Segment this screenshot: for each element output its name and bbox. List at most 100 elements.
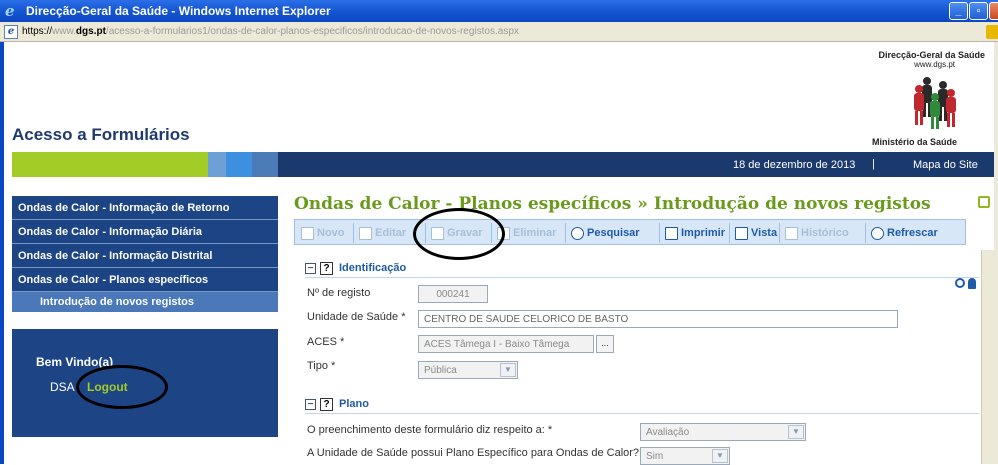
toolbar-separator — [659, 223, 660, 243]
print-button[interactable]: Imprimir — [665, 224, 725, 242]
toolbar-separator — [565, 223, 566, 243]
side-menu: Ondas de Calor - Informação de Retorno O… — [12, 196, 278, 312]
collapse-icon[interactable]: − — [305, 398, 316, 410]
annotation-circle — [413, 208, 505, 260]
aces-label: ACES * — [307, 336, 345, 348]
menu-subitem-novos-registos[interactable]: Introdução de novos registos — [12, 292, 278, 312]
url-path: /acesso-a-formularios1/ondas-de-calor-pl… — [105, 26, 519, 37]
vertical-scrollbar[interactable] — [981, 250, 994, 464]
toolbar-separator — [729, 223, 730, 243]
topbar-separator: | — [872, 158, 875, 170]
address-bar[interactable]: e https://www.dgs.pt/acesso-a-formulario… — [0, 22, 998, 42]
menu-item-planos-especificos[interactable]: Ondas de Calor - Planos específicos — [12, 268, 278, 292]
collapse-icon[interactable]: − — [305, 262, 316, 274]
section-divider — [305, 277, 979, 278]
top-info-bar: 18 de dezembro de 2013 | Mapa do Site — [278, 152, 994, 177]
refresh-button[interactable]: Refrescar — [871, 224, 938, 242]
q1-select[interactable]: Avaliação ▼ — [640, 423, 806, 441]
edit-button[interactable]: Editar — [359, 224, 406, 242]
toolbar-separator — [779, 223, 780, 243]
clock-icon[interactable] — [955, 278, 965, 288]
history-button[interactable]: Histórico — [785, 224, 849, 242]
window-title-bar: e Direcção-Geral da Saúde - Windows Inte… — [0, 0, 998, 22]
current-date: 18 de dezembro de 2013 — [733, 159, 856, 171]
window-title: Direcção-Geral da Saúde - Windows Intern… — [26, 4, 331, 18]
menu-item-informacao-distrital[interactable]: Ondas de Calor - Informação Distrital — [12, 244, 278, 268]
chevron-down-icon[interactable]: ▼ — [500, 363, 516, 377]
q2-label: A Unidade de Saúde possui Plano Específi… — [307, 447, 647, 459]
q2-value: Sim — [646, 451, 664, 462]
maximize-button[interactable]: ▫ — [969, 2, 988, 20]
refresh-label: Refrescar — [887, 227, 938, 239]
q2-select[interactable]: Sim ▼ — [640, 447, 730, 465]
dgs-logo[interactable]: Direcção-Geral da Saúde www.dgs.pt Minis… — [845, 50, 985, 150]
registo-label: Nº de registo — [307, 287, 371, 299]
url-text[interactable]: https://www.dgs.pt/acesso-a-formularios1… — [22, 26, 519, 37]
aces-field: ACES Tâmega I - Baixo Tâmega — [418, 335, 594, 353]
welcome-panel: Bem Vindo(a) DSA Logout — [12, 329, 278, 437]
window-frame-right — [994, 42, 998, 464]
url-scheme: https:// — [22, 26, 53, 37]
section-identificacao[interactable]: − ? Identificação — [305, 260, 406, 276]
help-icon[interactable]: ? — [320, 261, 333, 275]
section-divider — [305, 413, 979, 414]
aces-lookup-button[interactable]: ... — [596, 335, 614, 353]
close-button[interactable] — [989, 2, 998, 20]
search-icon — [571, 226, 584, 240]
print-label: Imprimir — [681, 227, 726, 239]
print-page-icon[interactable] — [978, 196, 990, 208]
org-url: www.dgs.pt — [914, 60, 955, 69]
search-label: Pesquisar — [587, 227, 640, 239]
q1-label: O preenchimento deste formulário diz res… — [307, 424, 553, 436]
q1-value: Avaliação — [646, 427, 690, 438]
header-bar-block — [226, 152, 252, 177]
header-bar-block — [208, 152, 226, 177]
unidade-label: Unidade de Saúde * — [307, 311, 406, 323]
new-label: Novo — [317, 227, 345, 239]
view-icon — [735, 226, 748, 240]
page-heading: Ondas de Calor - Planos específicos » In… — [294, 194, 931, 214]
delete-button[interactable]: Eliminar — [497, 224, 556, 242]
chevron-down-icon[interactable]: ▼ — [712, 449, 728, 463]
tipo-value: Pública — [424, 365, 457, 376]
view-label: Vista — [751, 227, 778, 239]
edit-icon — [359, 226, 372, 240]
help-icon[interactable]: ? — [320, 397, 333, 411]
header-bar-block — [252, 152, 278, 177]
url-prefix: www. — [52, 26, 76, 37]
section-title: Plano — [339, 398, 369, 410]
sitemap-link[interactable]: Mapa do Site — [913, 159, 978, 171]
toolbar-separator — [353, 223, 354, 243]
delete-label: Eliminar — [513, 227, 557, 239]
lock-icon[interactable] — [986, 25, 998, 39]
user-icon[interactable] — [968, 278, 976, 289]
ministry-label: Ministério da Saúde — [871, 137, 957, 147]
registo-field: 000241 — [418, 285, 488, 303]
site-title[interactable]: Acesso a Formulários — [12, 125, 190, 145]
tipo-select[interactable]: Pública ▼ — [418, 361, 518, 379]
menu-item-informacao-diaria[interactable]: Ondas de Calor - Informação Diária — [12, 220, 278, 244]
new-button[interactable]: Novo — [301, 224, 345, 242]
ministry-logo-icon — [914, 77, 956, 129]
tipo-label: Tipo * — [307, 360, 336, 372]
window-frame-left — [0, 42, 4, 464]
url-domain: dgs.pt — [75, 26, 106, 37]
unidade-field[interactable]: CENTRO DE SAUDE CELORICO DE BASTO — [418, 310, 898, 328]
minimize-button[interactable]: _ — [949, 2, 968, 20]
record-info-icons — [955, 278, 979, 290]
action-toolbar: Novo Editar Gravar Eliminar Pesquisar Im… — [294, 219, 966, 245]
annotation-circle — [76, 365, 168, 409]
menu-item-informacao-retorno[interactable]: Ondas de Calor - Informação de Retorno — [12, 196, 278, 220]
section-plano[interactable]: − ? Plano — [305, 396, 369, 412]
page-icon: e — [4, 25, 18, 39]
org-name: Direcção-Geral da Saúde — [878, 50, 985, 60]
chevron-down-icon[interactable]: ▼ — [788, 425, 804, 439]
user-name: DSA — [50, 380, 75, 394]
toolbar-separator — [865, 223, 866, 243]
section-title: Identificação — [339, 262, 407, 274]
new-icon — [301, 226, 314, 240]
search-button[interactable]: Pesquisar — [571, 224, 640, 242]
view-button[interactable]: Vista — [735, 224, 777, 242]
printer-icon — [665, 226, 678, 240]
header-bar-green — [12, 152, 208, 177]
